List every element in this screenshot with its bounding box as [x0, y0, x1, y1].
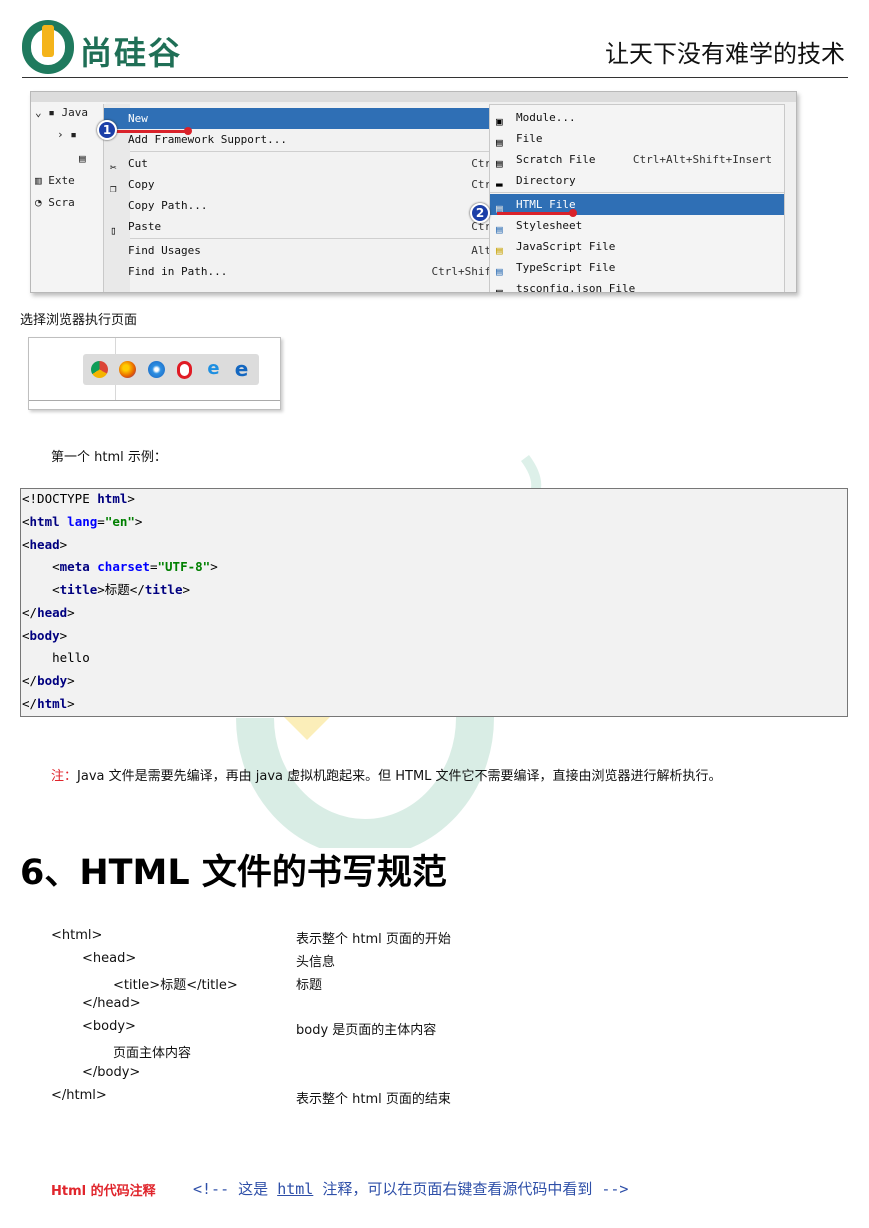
spec-code: </body> — [82, 1065, 141, 1080]
submenu-item-tsconfig-file[interactable]: ▤ tsconfig.json File — [490, 278, 784, 293]
spec-desc: 表示整个 html 页面的开始 — [296, 932, 451, 947]
code-line: <title>标题</title> — [22, 582, 191, 597]
annotation-arrow-1 — [115, 130, 189, 133]
js-file-icon: ▤ — [496, 244, 503, 257]
submenu-item-typescript-file[interactable]: ▤ TypeScript File — [490, 257, 784, 278]
folder-icon: ▬ — [496, 178, 503, 191]
browser-icon-bar: e e — [83, 354, 259, 385]
header-divider — [22, 77, 848, 78]
ie-icon[interactable]: e — [205, 360, 222, 378]
tree-item[interactable]: ⌄ ▪ Java — [35, 104, 88, 122]
spec-desc: body 是页面的主体内容 — [296, 1023, 437, 1038]
menu-item-copy-path[interactable]: Copy Path... — [104, 195, 519, 216]
ide-context-menu-screenshot: ⌄ ▪ Java › ▪ ▤ ▥ Exte ◔ Scra New› Add Fr… — [30, 91, 797, 293]
section-heading: 6、HTML 文件的书写规范 — [20, 853, 447, 893]
spec-desc: 表示整个 html 页面的结束 — [296, 1092, 451, 1107]
spec-desc: 头信息 — [296, 955, 336, 970]
logo-mark-icon — [22, 20, 74, 74]
css-file-icon: ▤ — [496, 223, 503, 236]
tsconfig-file-icon: ▤ — [496, 286, 503, 293]
code-line: </head> — [22, 605, 75, 620]
copy-icon: ❐ — [110, 182, 117, 195]
note-label: 注： — [51, 769, 78, 784]
code-line: <body> — [22, 628, 68, 643]
code-line: </html> — [22, 696, 75, 711]
clipboard-icon: ▯ — [110, 224, 117, 237]
spec-code: </html> — [51, 1088, 107, 1103]
brand-name: 尚硅谷 — [80, 34, 183, 72]
ts-file-icon: ▤ — [496, 265, 503, 278]
scissors-icon: ✂ — [110, 161, 117, 174]
opera-icon[interactable] — [177, 361, 192, 379]
spec-code: <head> — [82, 951, 137, 966]
code-line: </body> — [22, 673, 75, 688]
chrome-icon[interactable] — [91, 361, 108, 378]
menu-item-new[interactable]: New› — [104, 108, 519, 129]
comment-example: <!-- 这是 html 注释，可以在页面右键查看源代码中看到 --> — [193, 1178, 628, 1199]
spec-code: 页面主体内容 — [113, 1046, 192, 1061]
submenu-item-module[interactable]: ▣ Module... — [490, 107, 784, 128]
firefox-icon[interactable] — [119, 361, 136, 378]
submenu-item-stylesheet[interactable]: ▤ Stylesheet — [490, 215, 784, 236]
menu-item-find-in-path[interactable]: Find in Path... Ctrl+Shift+F — [104, 261, 519, 282]
brand-logo: 尚硅谷 — [22, 20, 212, 76]
new-submenu: ▣ Module... ▤ File ▤ Scratch File Ctrl+Alt+S… — [489, 104, 785, 293]
module-icon: ▣ — [496, 115, 503, 128]
comment-open: <!-- 这是 — [193, 1180, 278, 1198]
edge-icon[interactable]: e — [233, 359, 250, 379]
code-line: <!DOCTYPE html> — [22, 491, 135, 506]
annotation-arrow-2 — [497, 212, 573, 215]
menu-item-copy[interactable]: ❐ CopyCtrl+C — [104, 174, 519, 195]
code-line: <html lang="en"> — [22, 514, 143, 529]
submenu-item-file[interactable]: ▤ File — [490, 128, 784, 149]
project-tree: ⌄ ▪ Java › ▪ ▤ ▥ Exte ◔ Scra — [31, 102, 106, 292]
file-icon: ▤ — [79, 152, 86, 165]
menu-item-find-usages[interactable]: Find UsagesAlt+F7 — [104, 240, 519, 261]
spec-code: <html> — [51, 928, 103, 943]
menu-item-cut[interactable]: ✂ CutCtrl+X — [104, 153, 519, 174]
safari-icon[interactable] — [148, 361, 165, 378]
spec-code: <title>标题</title> — [113, 978, 238, 993]
ide-toolbar-strip — [31, 92, 796, 102]
annotation-dot-1 — [184, 127, 192, 135]
chevron-right-icon[interactable]: › ▪ — [57, 126, 77, 144]
caption-choose-browser: 选择浏览器执行页面 — [20, 313, 138, 328]
tree-item[interactable]: ▥ Exte — [35, 172, 75, 190]
code-example-block: <!DOCTYPE html> <html lang="en"> <head> … — [20, 488, 848, 717]
submenu-item-directory[interactable]: ▬ Directory — [490, 170, 784, 191]
annotation-dot-2 — [569, 209, 577, 217]
spec-code: <body> — [82, 1019, 136, 1034]
tree-item[interactable]: ◔ Scra — [35, 194, 75, 212]
menu-item-paste[interactable]: ▯ PasteCtrl+V — [104, 216, 519, 237]
note-text: Java 文件是需要先编译，再由 java 虚拟机跑起来。但 HTML 文件它不… — [77, 769, 722, 784]
note-paragraph: 注：Java 文件是需要先编译，再由 java 虚拟机跑起来。但 HTML 文件… — [51, 765, 722, 784]
browser-selector-screenshot: e e — [28, 337, 281, 410]
step-marker-1: 1 — [97, 120, 117, 140]
scratch-file-icon: ▤ — [496, 157, 503, 170]
spec-code: </head> — [82, 996, 141, 1011]
comment-rest: 注释，可以在页面右键查看源代码中看到 --> — [313, 1180, 629, 1198]
code-line: hello — [22, 650, 90, 665]
html-file-icon: ▤ — [496, 202, 503, 215]
spec-desc: 标题 — [296, 978, 323, 993]
submenu-item-javascript-file[interactable]: ▤ JavaScript File — [490, 236, 784, 257]
code-line: <head> — [22, 537, 68, 552]
caption-first-example: 第一个 html 示例： — [51, 450, 167, 465]
comment-label: Html 的代码注释 — [51, 1184, 156, 1199]
header-slogan: 让天下没有难学的技术 — [605, 40, 845, 68]
code-line: <meta charset="UTF-8"> — [22, 559, 218, 574]
comment-keyword: html — [277, 1180, 314, 1198]
submenu-item-scratch-file[interactable]: ▤ Scratch File Ctrl+Alt+Shift+Insert — [490, 149, 784, 170]
step-marker-2: 2 — [470, 203, 490, 223]
file-icon: ▤ — [496, 136, 503, 149]
